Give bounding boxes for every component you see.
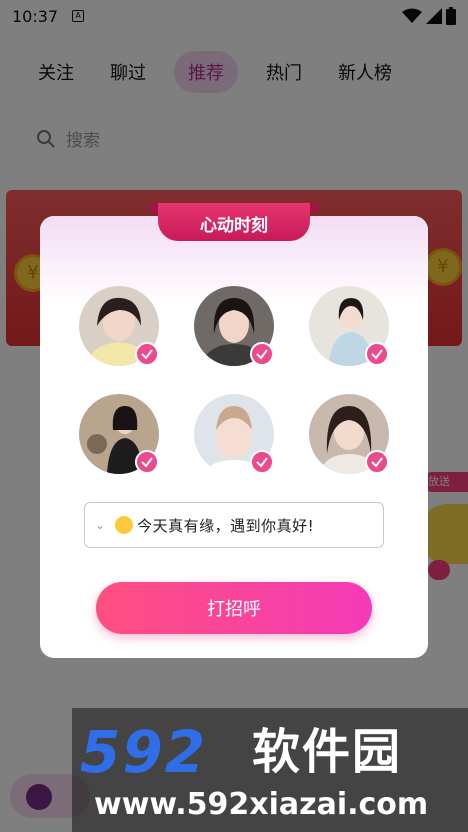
checked-icon[interactable] xyxy=(250,342,274,366)
checked-icon[interactable] xyxy=(135,342,159,366)
chevron-down-icon: ⌄ xyxy=(95,518,106,532)
checked-icon[interactable] xyxy=(250,450,274,474)
modal-title: 心动时刻 xyxy=(200,216,268,236)
greeting-text: 今天真有缘，遇到你真好! xyxy=(137,516,315,535)
watermark-logo: 592 xyxy=(80,718,208,786)
watermark-url: www.592xiazai.com xyxy=(94,787,429,822)
modal-title-ribbon: 心动时刻 xyxy=(150,203,318,243)
checked-icon[interactable] xyxy=(135,450,159,474)
say-hello-button[interactable]: 打招呼 xyxy=(96,582,372,634)
greeting-select[interactable]: ⌄ 今天真有缘，遇到你真好! xyxy=(84,502,384,548)
checked-icon[interactable] xyxy=(365,450,389,474)
checked-icon[interactable] xyxy=(365,342,389,366)
watermark-site-name: 软件园 xyxy=(252,724,403,780)
party-face-emoji-icon xyxy=(115,516,134,534)
